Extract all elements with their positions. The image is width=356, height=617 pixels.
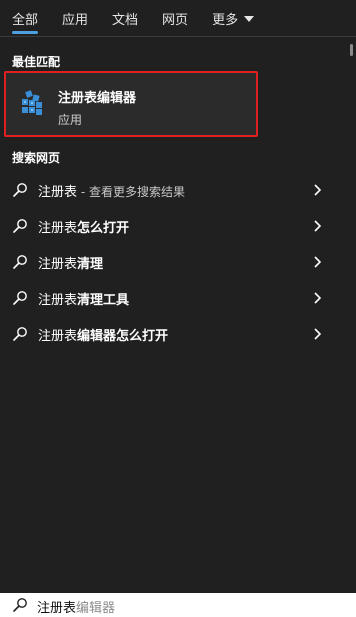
tab-more[interactable]: 更多 bbox=[212, 0, 255, 36]
chevron-right-icon bbox=[314, 256, 322, 268]
filter-tabs: 全部 应用 文档 网页 更多 bbox=[0, 0, 356, 36]
app-name: 注册表编辑器 bbox=[58, 91, 137, 106]
chevron-down-icon bbox=[244, 16, 255, 22]
registry-editor-icon bbox=[22, 90, 42, 115]
query-completion: 清理工具 bbox=[77, 292, 130, 308]
tab-all[interactable]: 全部 bbox=[12, 0, 39, 36]
web-search-item[interactable]: 注册表怎么打开 bbox=[0, 208, 356, 244]
web-search-item[interactable]: 注册表清理 bbox=[0, 244, 356, 280]
search-input[interactable]: 注册表编辑器 bbox=[0, 593, 356, 617]
tab-label: 文档 bbox=[112, 12, 139, 28]
search-typed-text: 注册表 bbox=[37, 601, 77, 616]
query-text: 注册表 bbox=[38, 256, 78, 272]
search-icon bbox=[13, 219, 27, 233]
query-completion: 编辑器怎么打开 bbox=[77, 328, 169, 344]
chevron-right-icon bbox=[314, 328, 322, 340]
web-search-item[interactable]: 注册表 - 查看更多搜索结果 bbox=[0, 172, 356, 208]
query-completion: 怎么打开 bbox=[77, 220, 130, 236]
best-match-heading: 最佳匹配 bbox=[12, 55, 61, 69]
web-search-item[interactable]: 注册表编辑器怎么打开 bbox=[0, 316, 356, 352]
query-text: 注册表 bbox=[38, 292, 78, 308]
tab-web[interactable]: 网页 bbox=[162, 0, 188, 36]
tab-label: 全部 bbox=[12, 12, 39, 28]
tab-label: 更多 bbox=[212, 12, 239, 28]
scrollbar[interactable] bbox=[350, 44, 353, 56]
search-icon bbox=[13, 255, 27, 269]
query-text: 注册表 bbox=[38, 184, 78, 200]
search-icon bbox=[13, 183, 27, 197]
tab-documents[interactable]: 文档 bbox=[112, 0, 138, 36]
chevron-right-icon bbox=[314, 184, 322, 196]
search-icon bbox=[13, 598, 27, 612]
web-search-heading: 搜索网页 bbox=[12, 151, 61, 165]
query-text: 注册表 bbox=[38, 220, 78, 236]
query-text: 注册表 bbox=[38, 328, 78, 344]
chevron-right-icon bbox=[314, 292, 322, 304]
tab-apps[interactable]: 应用 bbox=[62, 0, 88, 36]
app-type: 应用 bbox=[58, 113, 83, 127]
web-search-item[interactable]: 注册表清理工具 bbox=[0, 280, 356, 316]
search-icon bbox=[13, 327, 27, 341]
best-match-result[interactable]: 注册表编辑器 应用 bbox=[4, 71, 258, 137]
tab-label: 应用 bbox=[62, 12, 89, 28]
search-icon bbox=[13, 291, 27, 305]
search-autocomplete-text: 编辑器 bbox=[76, 601, 116, 616]
query-completion: 清理 bbox=[77, 256, 104, 272]
tab-divider bbox=[0, 36, 356, 37]
query-suffix: - 查看更多搜索结果 bbox=[77, 184, 185, 199]
start-search-panel: 全部 应用 文档 网页 更多 最佳匹配 注册表编辑器 应用 搜索网页 注册表 -… bbox=[0, 0, 356, 617]
chevron-right-icon bbox=[314, 220, 322, 232]
tab-label: 网页 bbox=[162, 12, 189, 28]
